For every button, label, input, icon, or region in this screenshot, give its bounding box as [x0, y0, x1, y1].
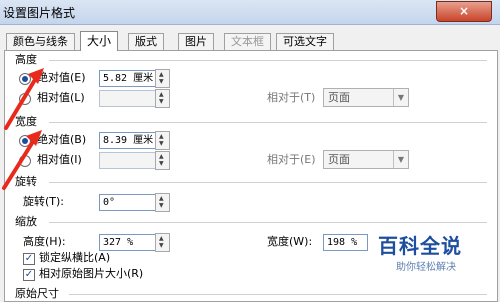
watermark-title: 百科全说	[378, 234, 462, 258]
watermark-logo: 百科全说 助你轻松解决	[374, 230, 482, 278]
watermark-subtitle: 助你轻松解决	[396, 262, 456, 273]
red-arrow-icon	[2, 130, 42, 190]
red-arrow-icon	[4, 68, 44, 130]
tab-size[interactable]: 大小	[80, 31, 119, 51]
